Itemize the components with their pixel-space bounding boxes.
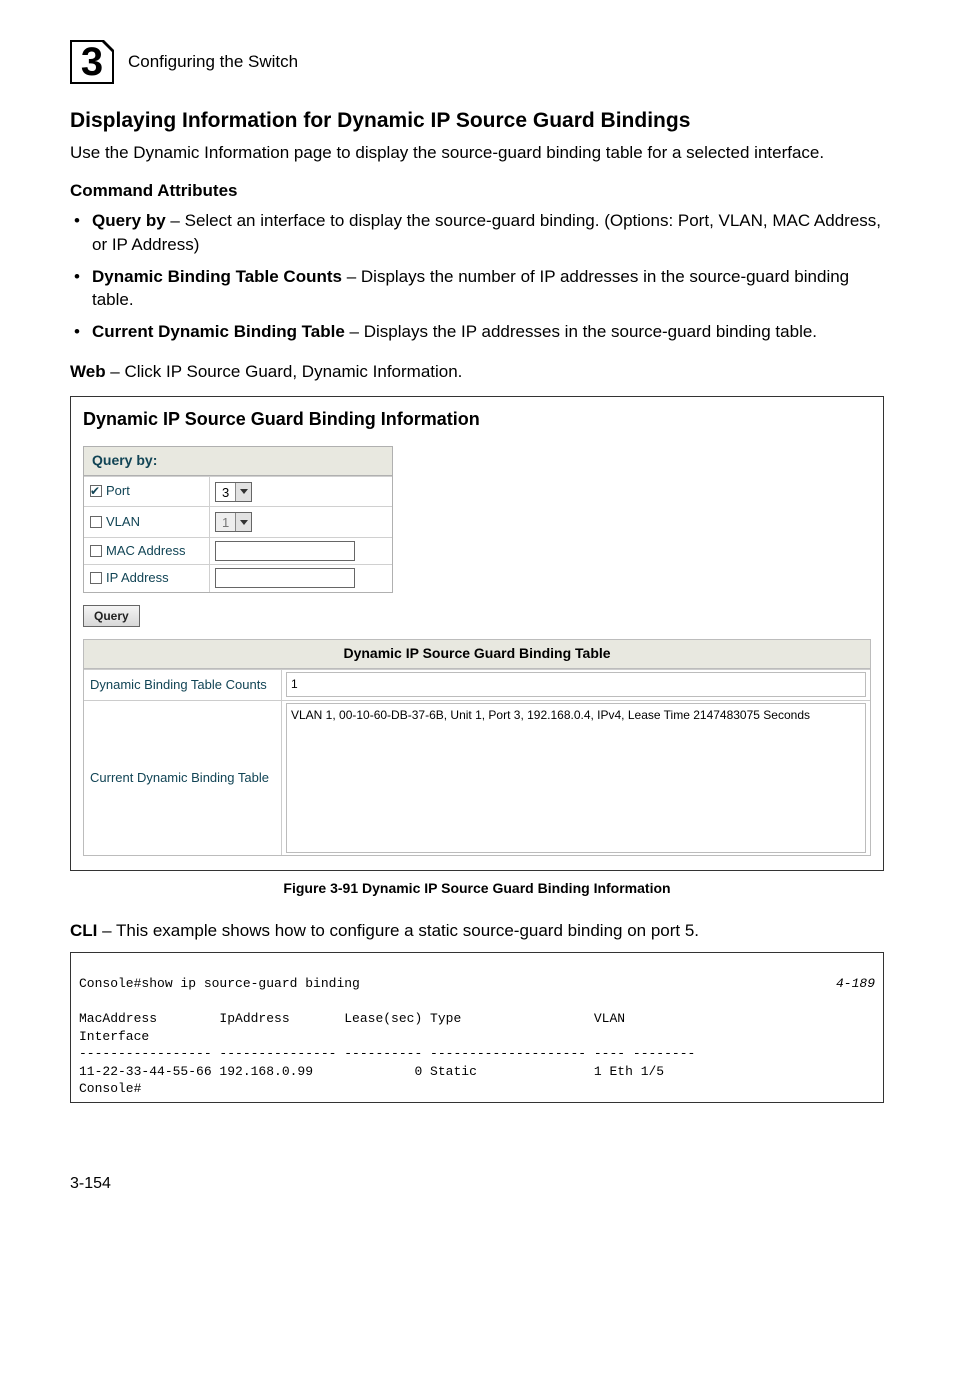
code-ref: 4-189 [836,975,875,993]
code-line: Console#show ip source-guard binding [79,975,360,993]
page-number: 3-154 [70,1173,884,1195]
query-button[interactable]: Query [83,605,140,628]
port-value: 3 [216,483,235,501]
attribute-name: Current Dynamic Binding Table [92,322,345,341]
results-table: Dynamic IP Source Guard Binding Table Dy… [83,639,871,856]
attribute-desc: – Displays the IP addresses in the sourc… [345,322,817,341]
code-line: MacAddress IpAddress Lease(sec) Type VLA… [79,1011,625,1026]
query-row-vlan: VLAN 1 [84,506,392,537]
counts-value: 1 [287,673,865,696]
current-value: VLAN 1, 00-10-60-DB-37-6B, Unit 1, Port … [287,704,865,727]
web-prefix: Web [70,362,106,381]
screenshot-panel: Dynamic IP Source Guard Binding Informat… [70,396,884,871]
command-attributes-heading: Command Attributes [70,179,884,203]
code-line: 11-22-33-44-55-66 192.168.0.99 0 Static … [79,1064,664,1079]
ip-input[interactable] [215,568,355,588]
current-label: Current Dynamic Binding Table [84,701,282,855]
port-select[interactable]: 3 [215,482,252,502]
vlan-label: VLAN [106,513,140,531]
query-heading: Query by: [84,447,392,476]
code-line: Console# [79,1081,141,1096]
attribute-list: Query by – Select an interface to displa… [70,209,884,344]
query-row-port: Port 3 [84,476,392,507]
section-intro: Use the Dynamic Information page to disp… [70,141,884,165]
screenshot-title: Dynamic IP Source Guard Binding Informat… [83,407,871,432]
running-head: Configuring the Switch [128,50,298,74]
attribute-item: Dynamic Binding Table Counts – Displays … [70,265,884,313]
code-line: Interface [79,1029,149,1044]
ip-checkbox[interactable] [90,572,102,584]
vlan-value: 1 [216,513,235,531]
port-label: Port [106,482,130,500]
mac-input[interactable] [215,541,355,561]
chevron-down-icon [235,483,251,501]
code-block: Console#show ip source-guard binding 4-18… [70,952,884,1102]
current-value-box: VLAN 1, 00-10-60-DB-37-6B, Unit 1, Port … [286,703,866,853]
attribute-item: Query by – Select an interface to displa… [70,209,884,257]
results-row-current: Current Dynamic Binding Table VLAN 1, 00… [84,700,870,855]
results-heading: Dynamic IP Source Guard Binding Table [84,640,870,669]
section-title: Displaying Information for Dynamic IP So… [70,106,884,135]
query-by-box: Query by: Port 3 VLAN 1 [83,446,393,593]
attribute-name: Dynamic Binding Table Counts [92,267,342,286]
chevron-down-icon [235,513,251,531]
port-checkbox[interactable] [90,485,102,497]
vlan-checkbox[interactable] [90,516,102,528]
counts-label: Dynamic Binding Table Counts [84,670,282,700]
query-row-mac: MAC Address [84,537,392,564]
web-text: – Click IP Source Guard, Dynamic Informa… [106,362,463,381]
query-row-ip: IP Address [84,564,392,591]
mac-label: MAC Address [106,542,185,560]
figure-caption: Figure 3-91 Dynamic IP Source Guard Bind… [70,879,884,899]
web-instruction: Web – Click IP Source Guard, Dynamic Inf… [70,360,884,384]
attribute-item: Current Dynamic Binding Table – Displays… [70,320,884,344]
mac-checkbox[interactable] [90,545,102,557]
cli-instruction: CLI – This example shows how to configur… [70,919,884,943]
chapter-icon: 3 [70,40,114,84]
attribute-name: Query by [92,211,166,230]
ip-label: IP Address [106,569,169,587]
results-row-counts: Dynamic Binding Table Counts 1 [84,669,870,700]
code-line: ----------------- --------------- ------… [79,1046,695,1061]
cli-prefix: CLI [70,921,97,940]
attribute-desc: – Select an interface to display the sou… [92,211,881,254]
counts-value-box: 1 [286,672,866,697]
vlan-select[interactable]: 1 [215,512,252,532]
cli-text: – This example shows how to configure a … [97,921,699,940]
